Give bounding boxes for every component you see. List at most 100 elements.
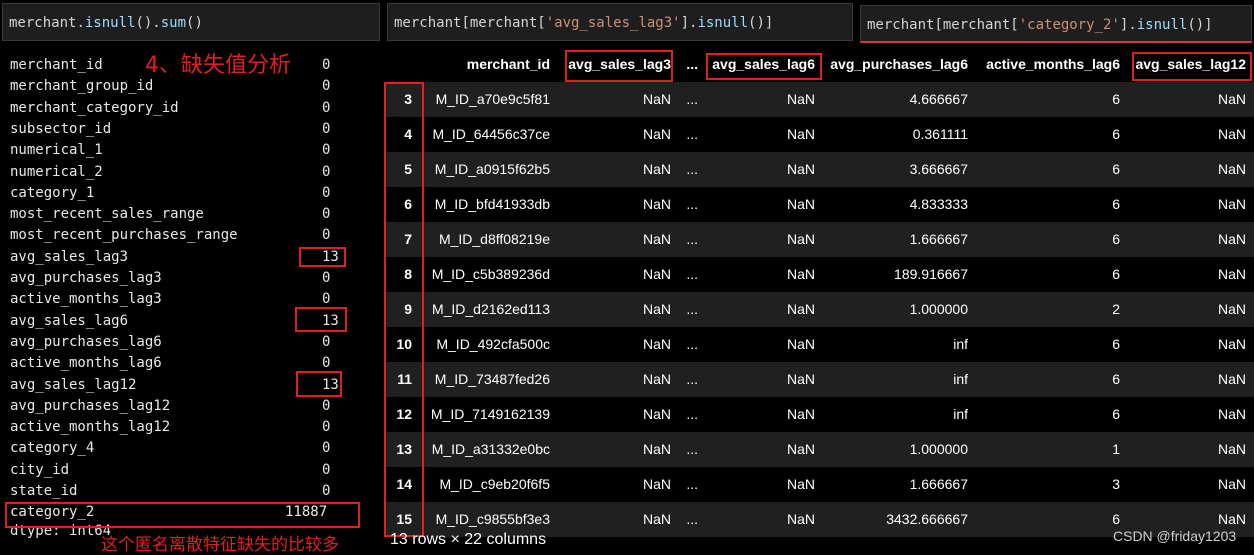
code-function: isnull bbox=[84, 15, 136, 31]
table-cell: 6 bbox=[1112, 91, 1120, 107]
table-cell: NaN bbox=[1217, 266, 1246, 282]
table-cell: ... bbox=[686, 196, 698, 212]
series-row: avg_sales_lag6 13 bbox=[10, 311, 339, 332]
column-header[interactable]: merchant_id bbox=[467, 47, 550, 81]
table-cell: NaN bbox=[786, 406, 815, 422]
table-cell: 189.916667 bbox=[894, 266, 968, 282]
table-cell: inf bbox=[953, 406, 968, 422]
table-cell: NaN bbox=[1217, 231, 1246, 247]
table-cell: ... bbox=[686, 476, 698, 492]
series-value: 0 bbox=[322, 163, 331, 180]
code-cell-isnull-sum[interactable]: merchant.isnull().sum() bbox=[2, 3, 380, 41]
series-name: avg_sales_lag12 bbox=[10, 376, 137, 393]
table-cell: ... bbox=[686, 441, 698, 457]
table-cell: NaN bbox=[642, 476, 671, 492]
table-cell: 6 bbox=[1112, 371, 1120, 387]
series-row: avg_purchases_lag6 0 bbox=[10, 332, 330, 353]
table-cell: NaN bbox=[642, 301, 671, 317]
table-cell: NaN bbox=[786, 91, 815, 107]
table-row: 13 M_ID_a31332e0bc NaN... NaN 1.000000 1 NaN bbox=[385, 432, 1254, 467]
table-row: 7 M_ID_d8ff08219e NaN... NaN 1.666667 6 NaN bbox=[385, 222, 1254, 257]
column-header[interactable]: avg_purchases_lag6 bbox=[830, 47, 968, 81]
table-cell: NaN bbox=[1217, 91, 1246, 107]
table-cell: inf bbox=[953, 336, 968, 352]
series-value: 0 bbox=[322, 461, 331, 478]
highlight-header-avg-sales-lag12 bbox=[1132, 52, 1252, 81]
series-value: 0 bbox=[322, 78, 331, 95]
column-header[interactable]: ... bbox=[686, 47, 698, 81]
highlight-avg-sales-lag3-count bbox=[299, 247, 346, 267]
table-cell: M_ID_a31332e0bc bbox=[431, 441, 550, 457]
table-cell: NaN bbox=[1217, 371, 1246, 387]
table-cell: NaN bbox=[1217, 126, 1246, 142]
series-value: 0 bbox=[322, 333, 331, 350]
series-name: avg_sales_lag6 bbox=[10, 312, 129, 329]
series-row: most_recent_sales_range 0 bbox=[10, 204, 330, 225]
series-name: city_id bbox=[10, 461, 70, 478]
series-row: state_id 0 bbox=[10, 481, 330, 502]
table-cell: 1.666667 bbox=[909, 231, 968, 247]
series-name: subsector_id bbox=[10, 120, 112, 137]
highlight-avg-sales-lag6-count bbox=[295, 307, 347, 332]
table-cell: NaN bbox=[1217, 301, 1246, 317]
table-cell: M_ID_d8ff08219e bbox=[438, 231, 550, 247]
table-cell: M_ID_a70e9c5f81 bbox=[435, 91, 550, 107]
series-name: numerical_1 bbox=[10, 142, 103, 159]
annotation-title: 4、缺失值分析 bbox=[145, 53, 291, 78]
series-name: most_recent_sales_range bbox=[10, 206, 204, 223]
table-shape-footer: 13 rows × 22 columns bbox=[390, 531, 547, 548]
series-value: 0 bbox=[322, 397, 331, 414]
table-cell: ... bbox=[686, 336, 698, 352]
table-row: 3 M_ID_a70e9c5f81 NaN... NaN 4.666667 6 NaN bbox=[385, 82, 1254, 117]
dataframe-output: 3 M_ID_a70e9c5f81 NaN... NaN 4.666667 6 NaN 4 M_… bbox=[385, 0, 1254, 555]
table-row: 10 M_ID_492cfa500c NaN... NaN inf 6 NaN bbox=[385, 327, 1254, 362]
highlight-index-column bbox=[384, 82, 424, 537]
column-header[interactable]: active_months_lag6 bbox=[986, 47, 1120, 81]
annotation-note: 这个匿名离散特征缺失的比较多 bbox=[101, 535, 339, 555]
table-cell: NaN bbox=[786, 161, 815, 177]
table-cell: 2 bbox=[1112, 301, 1120, 317]
series-row: avg_purchases_lag3 0 bbox=[10, 268, 330, 289]
series-row: city_id 0 bbox=[10, 460, 330, 481]
table-row: 5 M_ID_a0915f62b5 NaN... NaN 3.666667 6 NaN bbox=[385, 152, 1254, 187]
series-row: category_1 0 bbox=[10, 183, 330, 204]
table-cell: NaN bbox=[786, 231, 815, 247]
table-cell: 4.833333 bbox=[909, 196, 968, 212]
highlight-avg-sales-lag12-count bbox=[296, 371, 342, 397]
table-cell: ... bbox=[686, 91, 698, 107]
highlight-header-avg-sales-lag3 bbox=[565, 50, 673, 82]
series-row: active_months_lag3 0 bbox=[10, 289, 330, 310]
series-row: active_months_lag6 0 bbox=[10, 353, 330, 374]
table-cell: 1.000000 bbox=[909, 301, 968, 317]
table-cell: NaN bbox=[786, 266, 815, 282]
table-cell: 1.000000 bbox=[909, 441, 968, 457]
series-name: avg_purchases_lag6 bbox=[10, 333, 162, 350]
series-name: state_id bbox=[10, 483, 78, 499]
table-cell: NaN bbox=[786, 301, 815, 317]
series-row: active_months_lag12 0 bbox=[10, 417, 330, 438]
table-cell: 6 bbox=[1112, 231, 1120, 247]
table-cell: NaN bbox=[642, 511, 671, 527]
table-cell: 6 bbox=[1112, 126, 1120, 142]
watermark: CSDN @friday1203 bbox=[1113, 528, 1237, 544]
table-cell: M_ID_c9eb20f6f5 bbox=[439, 476, 550, 492]
table-cell: NaN bbox=[1217, 161, 1246, 177]
table-cell: NaN bbox=[1217, 441, 1246, 457]
series-value: 0 bbox=[322, 227, 331, 244]
series-row: avg_purchases_lag12 0 bbox=[10, 396, 330, 417]
series-row: numerical_1 0 bbox=[10, 140, 330, 161]
table-cell: NaN bbox=[642, 336, 671, 352]
highlight-category-2-row bbox=[5, 502, 360, 528]
series-row: avg_sales_lag12 13 bbox=[10, 375, 339, 396]
table-cell: NaN bbox=[786, 196, 815, 212]
series-value: 0 bbox=[322, 184, 331, 201]
table-cell: M_ID_492cfa500c bbox=[436, 336, 550, 352]
table-cell: M_ID_7149162139 bbox=[430, 406, 550, 422]
table-cell: ... bbox=[686, 266, 698, 282]
series-name: most_recent_purchases_range bbox=[10, 227, 238, 244]
series-name: category_1 bbox=[10, 184, 95, 201]
table-cell: NaN bbox=[1217, 406, 1246, 422]
table-cell: ... bbox=[686, 231, 698, 247]
series-row: subsector_id 0 bbox=[10, 119, 330, 140]
table-cell: inf bbox=[953, 371, 968, 387]
